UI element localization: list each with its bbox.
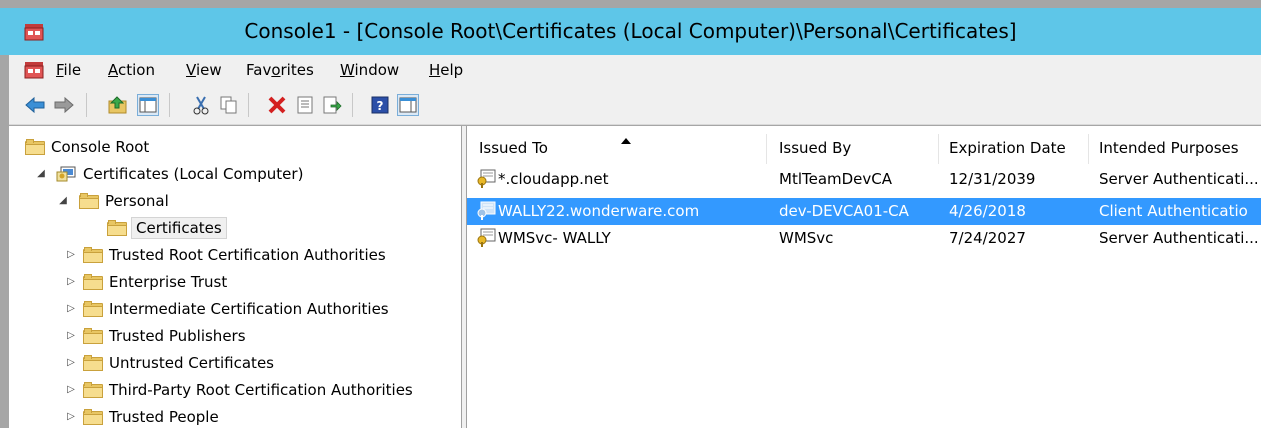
cell-issued-by: MtlTeamDevCA: [779, 170, 893, 188]
folder-icon: [83, 273, 103, 290]
tree-item-third-party-root[interactable]: ▷ Third-Party Root Certification Authori…: [63, 376, 413, 403]
menu-action[interactable]: Action: [108, 61, 155, 79]
column-header-intended-purposes[interactable]: Intended Purposes: [1089, 134, 1261, 164]
cell-issued-to: WMSvc- WALLY: [498, 229, 611, 247]
cell-expiration-date: 12/31/2039: [949, 170, 1036, 188]
tree-item-label: Enterprise Trust: [109, 272, 228, 291]
cell-intended-purposes: Server Authenticati...: [1099, 229, 1259, 247]
sort-ascending-icon: [621, 138, 631, 144]
properties-icon[interactable]: [294, 94, 316, 116]
tree-item-enterprise-trust[interactable]: ▷ Enterprise Trust: [63, 268, 227, 295]
forward-arrow-icon[interactable]: [53, 94, 75, 116]
folder-icon: [25, 138, 45, 155]
show-hide-action-pane-icon[interactable]: [397, 94, 419, 116]
expand-arrow-icon[interactable]: ▷: [63, 411, 79, 422]
tree-item-label: Console Root: [51, 137, 150, 156]
toolbar-separator: [169, 93, 170, 117]
cell-expiration-date: 4/26/2018: [949, 202, 1026, 220]
tree-item-intermediate[interactable]: ▷ Intermediate Certification Authorities: [63, 295, 389, 322]
cell-expiration-date: 7/24/2027: [949, 229, 1026, 247]
column-header-label: Issued By: [779, 139, 852, 157]
tree-item-label: Certificates: [131, 216, 227, 239]
console-tree-pane: Console Root ◢ Certificates (Local Compu…: [9, 126, 462, 428]
tree-item-personal[interactable]: ◢ Personal: [55, 187, 169, 214]
column-header-expiration-date[interactable]: Expiration Date: [939, 134, 1089, 164]
cut-icon[interactable]: [190, 94, 212, 116]
menu-bar: File Action View Favorites Window Help: [9, 55, 1261, 85]
tree-item-label: Certificates (Local Computer): [83, 164, 304, 183]
collapse-arrow-icon[interactable]: ◢: [55, 195, 71, 206]
cell-issued-to: WALLY22.wonderware.com: [498, 202, 700, 220]
certificate-key-icon: [477, 169, 496, 188]
toolbar: ?: [9, 85, 1261, 125]
cell-intended-purposes: Client Authenticatio: [1099, 202, 1248, 220]
expand-arrow-icon[interactable]: ▷: [63, 357, 79, 368]
folder-icon: [83, 327, 103, 344]
certificate-list-pane: Issued To Issued By Expiration Date Inte…: [467, 126, 1261, 428]
folder-icon: [83, 381, 103, 398]
tree-item-label: Third-Party Root Certification Authoriti…: [109, 380, 413, 399]
menu-view[interactable]: View: [186, 61, 222, 79]
tree-item-label: Personal: [105, 191, 169, 210]
tree-item-label: Trusted Publishers: [109, 326, 246, 345]
list-item-selected[interactable]: WALLY22.wonderware.com dev-DEVCA01-CA 4/…: [467, 198, 1261, 225]
tree-item-console-root[interactable]: Console Root: [25, 133, 149, 160]
certificate-key-icon: [477, 228, 496, 247]
certificate-snapin-icon: [56, 166, 76, 181]
folder-icon: [83, 246, 103, 263]
list-item[interactable]: *.cloudapp.net MtlTeamDevCA 12/31/2039 S…: [467, 166, 1261, 193]
tree-item-personal-certificates[interactable]: Certificates: [107, 214, 227, 241]
help-icon[interactable]: ?: [369, 94, 391, 116]
svg-text:?: ?: [377, 99, 384, 113]
tree-item-trusted-people[interactable]: ▷ Trusted People: [63, 403, 219, 428]
tree-item-label: Untrusted Certificates: [109, 353, 274, 372]
title-bar[interactable]: Console1 - [Console Root\Certificates (L…: [0, 8, 1261, 55]
menu-file[interactable]: File: [56, 61, 81, 79]
column-header-issued-to[interactable]: Issued To: [469, 134, 767, 164]
cell-issued-by: WMSvc: [779, 229, 834, 247]
folder-icon: [83, 300, 103, 317]
folder-icon: [83, 408, 103, 425]
certificate-icon: [477, 201, 496, 220]
copy-icon[interactable]: [218, 94, 240, 116]
cell-issued-by: dev-DEVCA01-CA: [779, 202, 909, 220]
folder-icon: [107, 219, 127, 236]
menu-window[interactable]: Window: [340, 61, 399, 79]
toolbar-separator: [352, 93, 353, 117]
back-arrow-icon[interactable]: [24, 94, 46, 116]
system-menu-icon[interactable]: [24, 61, 44, 79]
export-list-icon[interactable]: [321, 94, 343, 116]
expand-arrow-icon[interactable]: ▷: [63, 384, 79, 395]
expand-arrow-icon[interactable]: ▷: [63, 330, 79, 341]
menu-help[interactable]: Help: [429, 61, 463, 79]
delete-icon[interactable]: [266, 94, 288, 116]
folder-icon: [79, 192, 99, 209]
toolbar-separator: [248, 93, 249, 117]
menu-favorites[interactable]: Favorites: [246, 61, 314, 79]
cell-issued-to: *.cloudapp.net: [498, 170, 609, 188]
expand-arrow-icon[interactable]: ▷: [63, 249, 79, 260]
list-item[interactable]: WMSvc- WALLY WMSvc 7/24/2027 Server Auth…: [467, 225, 1261, 252]
column-header-label: Issued To: [479, 139, 548, 157]
tree-item-label: Intermediate Certification Authorities: [109, 299, 389, 318]
tree-item-trusted-root[interactable]: ▷ Trusted Root Certification Authorities: [63, 241, 386, 268]
tree-item-untrusted[interactable]: ▷ Untrusted Certificates: [63, 349, 274, 376]
column-header-label: Expiration Date: [949, 139, 1066, 157]
window-title: Console1 - [Console Root\Certificates (L…: [244, 19, 1017, 43]
up-folder-icon[interactable]: [107, 94, 129, 116]
collapse-arrow-icon[interactable]: ◢: [33, 168, 49, 179]
column-header-issued-by[interactable]: Issued By: [769, 134, 939, 164]
tree-item-certificates-local-computer[interactable]: ◢ Certificates (Local Computer): [33, 160, 303, 187]
column-header-label: Intended Purposes: [1099, 139, 1239, 157]
tree-item-label: Trusted Root Certification Authorities: [109, 245, 386, 264]
folder-icon: [83, 354, 103, 371]
tree-item-label: Trusted People: [109, 407, 219, 426]
show-hide-tree-icon[interactable]: [137, 94, 159, 116]
expand-arrow-icon[interactable]: ▷: [63, 303, 79, 314]
expand-arrow-icon[interactable]: ▷: [63, 276, 79, 287]
toolbar-separator: [86, 93, 87, 117]
cell-intended-purposes: Server Authenticati...: [1099, 170, 1259, 188]
tree-item-trusted-publishers[interactable]: ▷ Trusted Publishers: [63, 322, 246, 349]
